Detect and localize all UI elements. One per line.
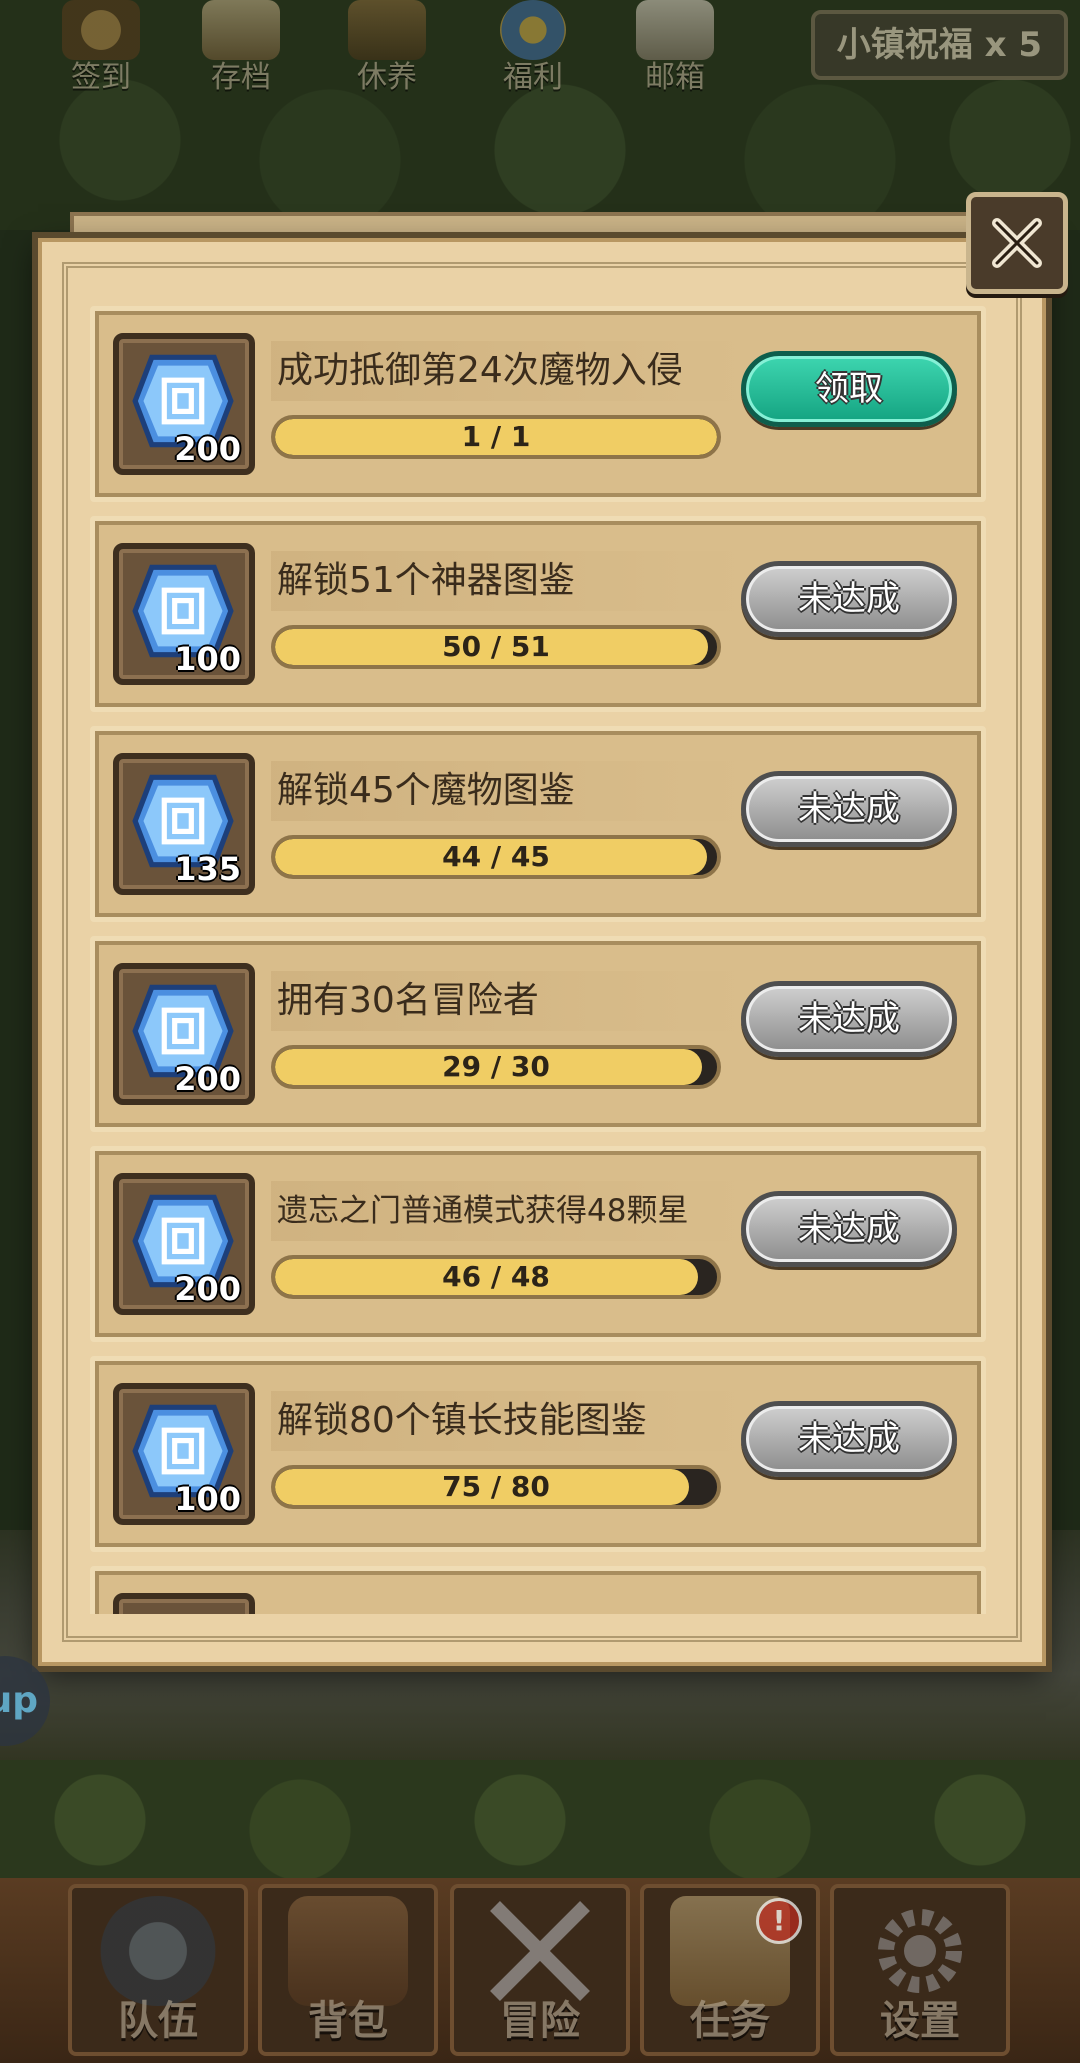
nav-label: 冒险 [500,1998,580,2044]
nav-backpack[interactable]: 背包 [258,1884,438,2056]
achievement-row: 100 解锁51个神器图鉴 50 / 51 未达成 [90,516,986,712]
achievement-title: 解锁45个魔物图鉴 [271,761,747,821]
progress-text: 44 / 45 [442,840,550,873]
not-achieved-button[interactable]: 未达成 [741,981,957,1057]
not-achieved-button[interactable]: 未达成 [741,1401,957,1477]
progress-text: 50 / 51 [442,630,550,663]
welfare-shield-icon [500,0,566,60]
reward-frame: 135 [113,753,255,895]
claim-button[interactable]: 领取 [741,351,957,427]
not-achieved-button[interactable]: 未达成 [741,1191,957,1267]
nav-label: 设置 [880,1998,960,2044]
nav-label: 任务 [690,1998,770,2044]
reward-frame: 200 [113,963,255,1105]
nav-adventure[interactable]: 冒险 [450,1884,630,2056]
top-menu-mailbox[interactable]: 邮箱 [620,0,730,100]
top-menu-label: 签到 [71,60,131,95]
top-menu-label: 福利 [503,60,563,95]
achievement-title: 解锁80个镇长技能图鉴 [271,1391,747,1451]
progress-bar: 29 / 30 [271,1045,721,1089]
bottom-navigation: 队伍 背包 冒险 任务 ! 设置 [0,1878,1080,2063]
top-menu-save[interactable]: 存档 [186,0,296,100]
progress-text: 29 / 30 [442,1050,550,1083]
not-achieved-button[interactable]: 未达成 [741,771,957,847]
progress-bar: 46 / 48 [271,1255,721,1299]
mailbox-icon [636,0,714,60]
reward-frame: 200 [113,333,255,475]
top-menu-welfare[interactable]: 福利 [478,0,588,100]
progress-text: 1 / 1 [461,420,531,453]
town-blessing-badge[interactable]: 小镇祝福 x 5 [810,10,1068,80]
progress-text: 46 / 48 [442,1260,550,1293]
nav-settings[interactable]: 设置 [830,1884,1010,2056]
achievement-title: 解锁51个神器图鉴 [271,551,747,611]
reward-frame [113,1593,255,1614]
reward-frame: 200 [113,1173,255,1315]
sign-in-icon [62,0,140,60]
reward-frame: 100 [113,1383,255,1525]
achievement-row: 135 解锁45个魔物图鉴 44 / 45 未达成 [90,726,986,922]
achievement-title: 成功抵御第24次魔物入侵 [271,341,747,401]
progress-bar: 75 / 80 [271,1465,721,1509]
reward-amount: 200 [174,1060,241,1098]
close-button[interactable] [966,192,1068,294]
achievement-list[interactable]: 200 成功抵御第24次魔物入侵 1 / 1 领取 100 解锁51个神器图鉴 … [90,306,988,1614]
reward-amount: 100 [174,640,241,678]
top-menu-label: 休养 [357,60,417,95]
reward-amount: 200 [174,1270,241,1308]
nav-label: 背包 [308,1998,388,2044]
achievement-title: 拥有30名冒险者 [271,971,747,1031]
alert-badge: ! [756,1898,802,1944]
reward-amount: 100 [174,1480,241,1518]
not-achieved-button[interactable]: 未达成 [741,561,957,637]
top-menu-label: 邮箱 [645,60,705,95]
progress-text: 75 / 80 [442,1470,550,1503]
top-menu-label: 存档 [211,60,271,95]
rest-icon [348,0,426,60]
achievement-title: 遗忘之门普通模式获得48颗星 [271,1181,747,1241]
nav-quests[interactable]: 任务 ! [640,1884,820,2056]
close-icon [992,218,1042,268]
save-scroll-icon [202,0,280,60]
reward-amount: 135 [174,850,241,888]
achievement-row: 200 遗忘之门普通模式获得48颗星 46 / 48 未达成 [90,1146,986,1342]
nav-team[interactable]: 队伍 [68,1884,248,2056]
achievement-row: 200 成功抵御第24次魔物入侵 1 / 1 领取 [90,306,986,502]
reward-frame: 100 [113,543,255,685]
progress-bar: 44 / 45 [271,835,721,879]
progress-bar: 50 / 51 [271,625,721,669]
forest-background-bottom [0,1760,1080,1880]
top-menu-rest[interactable]: 休养 [332,0,442,100]
top-menu-bar: 签到 存档 休养 福利 邮箱 小镇祝福 x 5 [0,0,1080,100]
progress-bar: 1 / 1 [271,415,721,459]
top-menu-sign-in[interactable]: 签到 [46,0,156,100]
achievement-row-partial [90,1566,986,1614]
achievement-row: 200 拥有30名冒险者 29 / 30 未达成 [90,936,986,1132]
reward-amount: 200 [174,430,241,468]
achievement-row: 100 解锁80个镇长技能图鉴 75 / 80 未达成 [90,1356,986,1552]
nav-label: 队伍 [118,1998,198,2044]
